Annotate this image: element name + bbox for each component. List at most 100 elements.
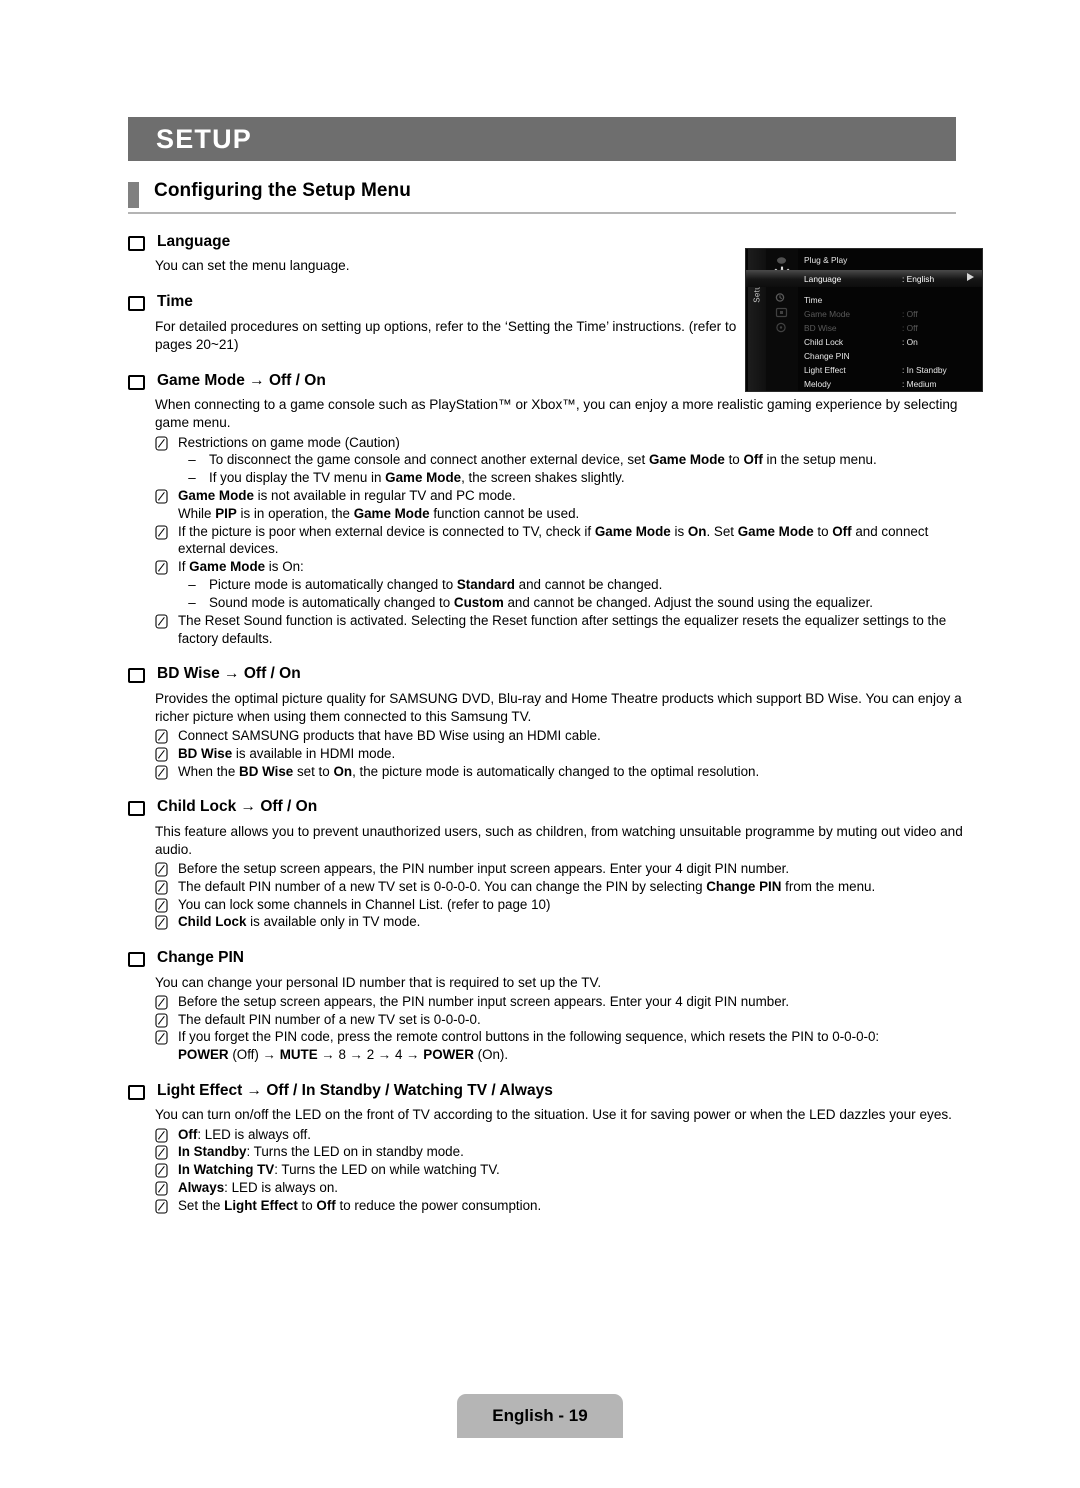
note-bd-wise-3: When the BD Wise set to On, the picture … (155, 763, 965, 781)
item-heading-change-pin: Change PIN (128, 948, 966, 968)
note-child-lock-1: Before the setup screen appears, the PIN… (155, 860, 965, 878)
note-text: Always: LED is always on. (178, 1180, 339, 1196)
note-light-effect-1: Off: LED is always off. (155, 1126, 965, 1144)
item-heading-language: Language (128, 232, 966, 251)
note-text: If you forget the PIN code, press the re… (178, 1029, 880, 1045)
paragraph-language: You can set the menu language. (155, 258, 350, 274)
note-text: Child Lock is available only in TV mode. (178, 914, 421, 930)
square-bullet-icon (128, 374, 145, 390)
dash-bullet: – (188, 452, 196, 468)
item-heading-game-mode: Game Mode → Off / On (128, 371, 966, 390)
note-icon (155, 747, 168, 762)
section-heading: Configuring the Setup Menu (128, 180, 956, 214)
note-text: BD Wise is available in HDMI mode. (178, 745, 396, 761)
item-heading-text: Child Lock → Off / On (157, 798, 318, 816)
note-icon (155, 765, 168, 780)
dash-bullet: – (188, 470, 196, 486)
note-game-mode-3: If the picture is poor when external dev… (155, 523, 965, 559)
square-bullet-icon (128, 952, 145, 968)
note-text: Connect SAMSUNG products that have BD Wi… (178, 727, 601, 743)
item-heading-child-lock: Child Lock → Off / On (128, 797, 966, 817)
note-change-pin-1: Before the setup screen appears, the PIN… (155, 993, 965, 1011)
note-light-effect-4: Always: LED is always on. (155, 1179, 965, 1197)
paragraph-child-lock: This feature allows you to prevent unaut… (155, 823, 963, 857)
paragraph-bd-wise: Provides the optimal picture quality for… (155, 690, 962, 724)
note-text: Game Mode is not available in regular TV… (178, 488, 516, 503)
note-icon (155, 560, 168, 575)
note-text: The default PIN number of a new TV set i… (178, 878, 876, 894)
note-child-lock-3: You can lock some channels in Channel Li… (155, 896, 965, 914)
note-bd-wise-2: BD Wise is available in HDMI mode. (155, 745, 965, 763)
note-text: Restrictions on game mode (Caution) (178, 434, 400, 450)
item-heading-text: Language (157, 233, 231, 250)
item-heading-time: Time (128, 292, 966, 312)
note-change-pin-3-cont: POWER (Off) → MUTE → 8 → 2 → 4 → POWER (… (178, 1047, 509, 1063)
chapter-title: SETUP (156, 123, 253, 154)
note-change-pin-2: The default PIN number of a new TV set i… (155, 1011, 965, 1029)
note-icon (155, 915, 168, 931)
section-divider (128, 212, 956, 214)
section-tab-marker (128, 182, 139, 208)
dash-text: If you display the TV menu in Game Mode,… (209, 470, 625, 486)
note-icon (155, 862, 168, 877)
note-change-pin-3: If you forget the PIN code, press the re… (155, 1028, 965, 1046)
note-light-effect-2: In Standby: Turns the LED on in standby … (155, 1143, 965, 1161)
paragraph-time: For detailed procedures on setting up op… (155, 318, 737, 352)
item-heading-bd-wise: BD Wise → Off / On (128, 664, 966, 684)
note-text: The Reset Sound function is activated. S… (178, 612, 947, 646)
note-text: You can lock some channels in Channel Li… (178, 896, 551, 912)
page-number-tag: English - 19 (457, 1394, 623, 1438)
document-body: Language You can set the menu language. … (128, 232, 966, 1215)
note-icon (155, 995, 168, 1010)
chapter-band: SETUP (128, 117, 956, 161)
chevron-right-icon (967, 273, 974, 281)
note-icon (155, 614, 168, 629)
note-light-effect-3: In Watching TV: Turns the LED on while w… (155, 1161, 965, 1179)
note-text: In Watching TV: Turns the LED on while w… (178, 1162, 500, 1178)
note-icon (155, 1181, 168, 1196)
note-icon (155, 1145, 168, 1160)
section-title: Configuring the Setup Menu (154, 180, 411, 201)
paragraph-light-effect: You can turn on/off the LED on the front… (155, 1107, 952, 1123)
note-icon (155, 1199, 168, 1214)
note-text: Before the setup screen appears, the PIN… (178, 861, 790, 876)
note-icon (155, 880, 168, 895)
dash-game-mode-2: – If you display the TV menu in Game Mod… (183, 469, 963, 487)
square-bullet-icon (128, 801, 145, 817)
note-bd-wise-1: Connect SAMSUNG products that have BD Wi… (155, 727, 965, 745)
note-icon (155, 1163, 168, 1178)
item-heading-light-effect: Light Effect → Off / In Standby / Watchi… (128, 1081, 966, 1101)
note-game-mode-5: The Reset Sound function is activated. S… (155, 612, 965, 648)
dash-bullet: – (188, 577, 196, 593)
dash-game-mode-1: – To disconnect the game console and con… (183, 451, 963, 469)
note-icon (155, 525, 168, 540)
item-heading-text: Game Mode → Off / On (157, 371, 326, 389)
note-text: The default PIN number of a new TV set i… (178, 1011, 481, 1027)
paragraph-change-pin: You can change your personal ID number t… (155, 974, 602, 990)
note-text: Before the setup screen appears, the PIN… (178, 993, 790, 1009)
item-heading-text: Change PIN (157, 949, 244, 967)
note-game-mode-2-cont: While PIP is in operation, the Game Mode… (178, 505, 580, 521)
dash-text: Sound mode is automatically changed to C… (209, 594, 874, 610)
note-child-lock-2: The default PIN number of a new TV set i… (155, 878, 965, 896)
note-text: Set the Light Effect to Off to reduce th… (178, 1197, 542, 1213)
note-child-lock-4: Child Lock is available only in TV mode. (155, 913, 965, 931)
dash-text: Picture mode is automatically changed to… (209, 577, 663, 593)
dash-game-mode-3: – Picture mode is automatically changed … (183, 576, 963, 594)
note-icon (155, 729, 168, 744)
square-bullet-icon (128, 236, 145, 251)
note-game-mode-2: Game Mode is not available in regular TV… (155, 487, 965, 505)
dash-bullet: – (188, 594, 196, 610)
item-heading-text: Time (157, 293, 193, 311)
note-icon (155, 1013, 168, 1028)
note-light-effect-5: Set the Light Effect to Off to reduce th… (155, 1197, 965, 1215)
note-text: If Game Mode is On: (178, 559, 304, 575)
note-game-mode-1: Restrictions on game mode (Caution) (155, 434, 965, 452)
dash-game-mode-4: – Sound mode is automatically changed to… (183, 594, 963, 612)
note-icon (155, 1127, 168, 1143)
note-text: When the BD Wise set to On, the picture … (178, 763, 760, 779)
note-game-mode-4: If Game Mode is On: (155, 558, 965, 576)
note-icon (155, 898, 168, 913)
note-icon (155, 1030, 168, 1045)
note-icon (155, 489, 168, 504)
